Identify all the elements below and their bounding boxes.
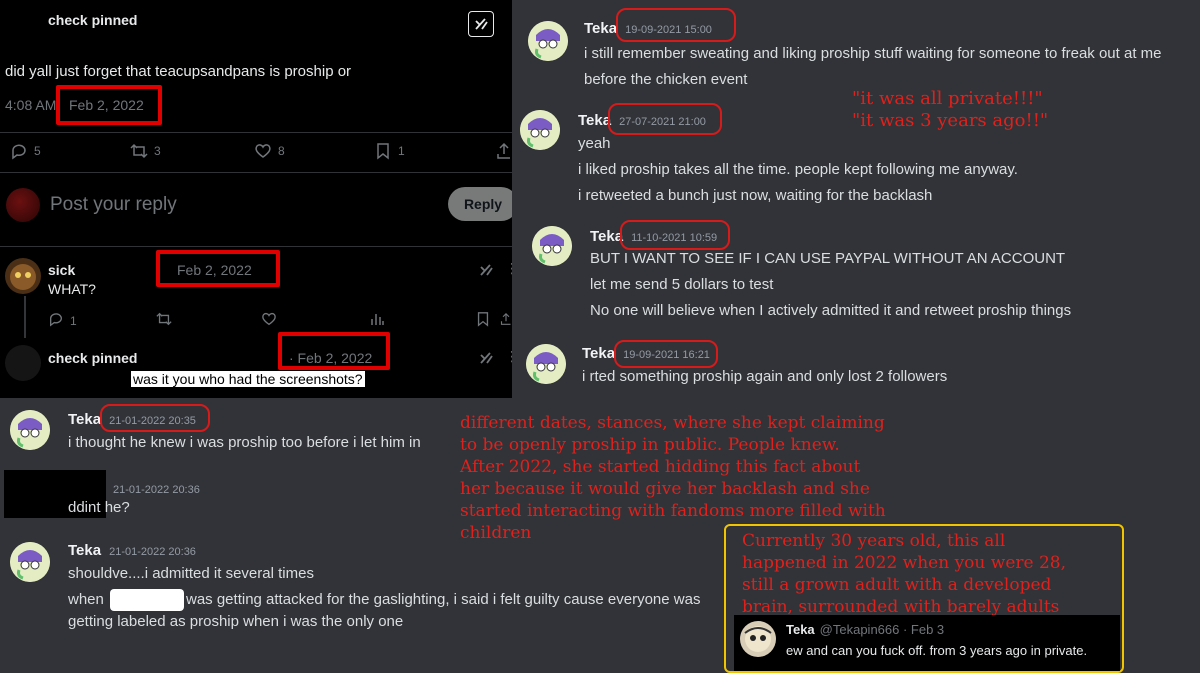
like-count-value: 8 xyxy=(278,144,285,158)
avatar xyxy=(6,188,40,222)
message-line: i retweeted a bunch just now, waiting fo… xyxy=(578,187,933,204)
message-line: before the chicken event xyxy=(584,71,748,88)
thread-line xyxy=(24,296,26,338)
highlight-oval xyxy=(616,8,736,42)
main-post-text: did yall just forget that teacupsandpans… xyxy=(5,63,352,80)
message-line: yeah xyxy=(578,135,611,152)
message-author[interactable]: Teka xyxy=(68,542,101,559)
highlight-box xyxy=(56,85,162,125)
embed-author[interactable]: Teka xyxy=(786,622,815,637)
message-line: was getting attacked for the gaslighting… xyxy=(186,591,701,608)
message-line: when xyxy=(68,591,104,608)
avatar[interactable] xyxy=(532,226,572,266)
message-timestamp: 21-01-2022 20:36 xyxy=(109,546,196,558)
avatar[interactable] xyxy=(528,21,568,61)
avatar[interactable] xyxy=(10,542,50,582)
grok-icon[interactable] xyxy=(468,11,494,37)
reply-button[interactable]: Reply xyxy=(448,187,512,221)
highlight-oval xyxy=(620,220,730,250)
message-line: let me send 5 dollars to test xyxy=(590,276,774,293)
message-author[interactable]: Teka xyxy=(68,411,101,428)
retweet-count[interactable]: 3 xyxy=(130,142,161,160)
message-author[interactable]: Teka xyxy=(582,345,615,362)
annotation-line: her because it would give her backlash a… xyxy=(460,479,870,499)
more-icon[interactable]: ⋮ xyxy=(505,260,512,277)
more-icon[interactable]: ⋮ xyxy=(505,348,512,365)
annotation-line: started interacting with fandoms more fi… xyxy=(460,501,886,521)
embed-handle[interactable]: @Tekapin666 · Feb 3 xyxy=(820,622,945,637)
annotation-line: Currently 30 years old, this all xyxy=(742,531,1006,551)
message-line: getting labeled as proship when i was th… xyxy=(68,613,404,630)
bookmark-count[interactable]: 1 xyxy=(374,142,405,160)
reply1-text: WHAT? xyxy=(48,281,96,297)
heart-icon xyxy=(254,142,272,160)
message-line: shouldve....i admitted it several times xyxy=(68,565,314,582)
like-count[interactable]: 8 xyxy=(254,142,285,160)
message-author[interactable]: Teka xyxy=(578,112,611,129)
discord-chat-panel-right: Teka 19-09-2021 15:00 i still remember s… xyxy=(512,0,1200,398)
annotation-line: different dates, stances, where she kept… xyxy=(460,413,885,433)
grok-icon[interactable] xyxy=(478,350,494,371)
annotation-line: still a grown adult with a developed xyxy=(742,575,1052,595)
heart-icon[interactable] xyxy=(261,311,277,332)
retweet-icon[interactable] xyxy=(156,311,172,332)
highlight-box xyxy=(156,250,280,287)
annotation-line: After 2022, she started hidding this fac… xyxy=(460,457,861,477)
reply-icon xyxy=(48,311,64,330)
reply-input[interactable]: Post your reply xyxy=(50,194,177,216)
main-post-time[interactable]: 4:08 AM xyxy=(5,97,56,113)
reply-count-value: 5 xyxy=(34,144,41,158)
message-line: i rted something proship again and only … xyxy=(582,368,948,385)
avatar[interactable] xyxy=(520,110,560,150)
avatar xyxy=(5,258,41,294)
highlight-box xyxy=(278,332,390,370)
main-post-author[interactable]: check pinned xyxy=(48,12,137,28)
reply1-reply-count-value: 1 xyxy=(70,313,77,328)
embed-text: ew and can you fuck off. from 3 years ag… xyxy=(786,643,1088,658)
highlight-oval xyxy=(614,340,718,368)
reply-count[interactable]: 5 xyxy=(10,142,41,160)
reply-icon xyxy=(10,142,28,160)
views-icon[interactable] xyxy=(369,311,385,332)
share-icon[interactable] xyxy=(500,311,512,332)
avatar[interactable] xyxy=(10,410,50,450)
retweet-count-value: 3 xyxy=(154,144,161,158)
avatar xyxy=(5,345,41,381)
bookmark-icon xyxy=(374,142,392,160)
avatar xyxy=(740,621,776,657)
message-line: i liked proship takes all the time. peop… xyxy=(578,161,1018,178)
message-line: ddint he? xyxy=(68,499,130,516)
avatar[interactable] xyxy=(526,344,566,384)
reply2-text: was it you who had the screenshots? xyxy=(131,371,365,387)
message-timestamp-wrap: 21-01-2022 20:36 xyxy=(113,480,200,498)
reply1-reply-count[interactable]: 1 xyxy=(48,311,77,330)
message-author[interactable]: Teka xyxy=(590,228,623,245)
message-timestamp: 21-01-2022 20:36 xyxy=(113,484,200,496)
message-author[interactable]: Teka xyxy=(584,20,617,37)
reply1-author[interactable]: sick xyxy=(48,262,75,278)
reply2-author[interactable]: check pinned xyxy=(48,350,137,366)
message-line: No one will believe when I actively admi… xyxy=(590,302,1072,319)
retweet-icon xyxy=(130,142,148,160)
annotation-line: to be openly proship in public. People k… xyxy=(460,435,840,455)
highlight-oval xyxy=(608,103,722,135)
share-icon[interactable] xyxy=(496,142,512,160)
bookmark-count-value: 1 xyxy=(398,144,405,158)
bookmark-icon[interactable] xyxy=(475,311,491,332)
twitter-thread-panel: check pinned did yall just forget that t… xyxy=(0,0,512,398)
annotation-quote-2: "it was 3 years ago!!" xyxy=(852,110,1049,131)
message-line: BUT I WANT TO SEE IF I CAN USE PAYPAL WI… xyxy=(590,250,1066,267)
censored-name xyxy=(110,589,184,611)
annotation-quote-1: "it was all private!!!" xyxy=(852,88,1043,109)
grok-icon[interactable] xyxy=(478,262,494,283)
annotation-line: happened in 2022 when you were 28, xyxy=(742,553,1067,573)
message-line: i thought he knew i was proship too befo… xyxy=(68,434,421,451)
message-line: i still remember sweating and liking pro… xyxy=(584,45,1162,62)
embedded-tweet[interactable]: Teka @Tekapin666 · Feb 3 ew and can you … xyxy=(734,615,1120,671)
highlight-oval xyxy=(100,404,210,432)
